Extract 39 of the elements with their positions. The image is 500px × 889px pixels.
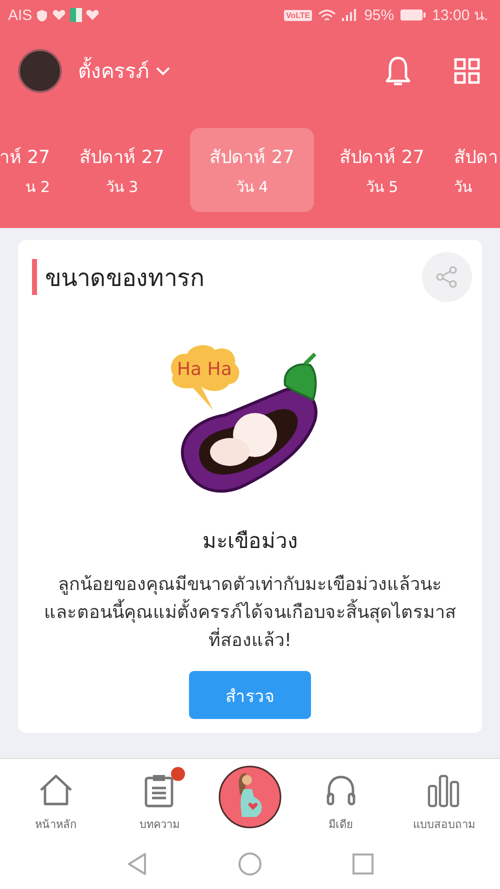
shield-icon xyxy=(36,8,48,22)
day-tab[interactable]: สัปดาห์ 27 วัน 3 xyxy=(60,128,184,212)
heart-icon xyxy=(86,9,100,21)
nav-survey-tab[interactable]: แบบสอบถาม xyxy=(399,765,490,833)
day-tab[interactable]: สัปดา วัน xyxy=(450,128,500,212)
card-title: ขนาดของทารก xyxy=(45,262,206,294)
day-tab[interactable]: สัปดาห์ 27 วัน 4 xyxy=(190,128,314,212)
nav-label: มีเดีย xyxy=(328,817,353,833)
clock-time: 13:00 น. xyxy=(432,6,488,26)
volte-badge: VoLTE xyxy=(284,10,312,20)
share-button[interactable] xyxy=(422,252,472,302)
pregnant-woman-button[interactable] xyxy=(218,765,282,829)
share-icon xyxy=(436,266,458,288)
profile-dropdown[interactable]: ตั้งครรภ์ xyxy=(78,55,171,87)
fruit-name: มะเขือม่วง xyxy=(202,528,298,555)
signal-icon xyxy=(342,9,358,21)
explore-button[interactable]: สำรวจ xyxy=(189,671,311,719)
battery-icon xyxy=(400,9,426,21)
home-circle-icon[interactable] xyxy=(238,852,262,876)
chevron-down-icon xyxy=(155,66,171,76)
nav-home-tab[interactable]: หน้าหลัก xyxy=(10,765,101,833)
nav-label: บทความ xyxy=(139,817,180,833)
day-tab[interactable]: สัปดาห์ 27 วัน 5 xyxy=(320,128,444,212)
back-icon[interactable] xyxy=(126,852,148,876)
description-text: ลูกน้อยของคุณมีขนาดตัวเท่ากับมะเขือม่วงแล้วนะ และตอนนี้คุณแม่ตั้งครรภ์ได้จนเกือบจะสิ้นสุดไตรมาสที่สองแล้ว! xyxy=(43,573,457,653)
grid-menu-icon[interactable] xyxy=(454,58,480,84)
speech-bubble-text: Ha Ha xyxy=(177,359,232,380)
wifi-icon xyxy=(318,8,336,22)
nav-media-tab[interactable]: มีเดีย xyxy=(296,765,386,833)
nav-articles-tab[interactable]: บทความ xyxy=(114,765,204,833)
nav-label: แบบสอบถาม xyxy=(413,817,476,833)
avatar[interactable] xyxy=(18,49,62,93)
nav-label: หน้าหลัก xyxy=(34,817,77,833)
recent-apps-icon[interactable] xyxy=(352,853,374,875)
notification-bell-icon[interactable] xyxy=(384,55,412,87)
carrier-name: AIS xyxy=(8,6,32,24)
day-tab[interactable]: าห์ 27 น 2 xyxy=(0,128,54,212)
battery-percent: 95% xyxy=(364,6,394,24)
accent-bar xyxy=(32,259,37,295)
